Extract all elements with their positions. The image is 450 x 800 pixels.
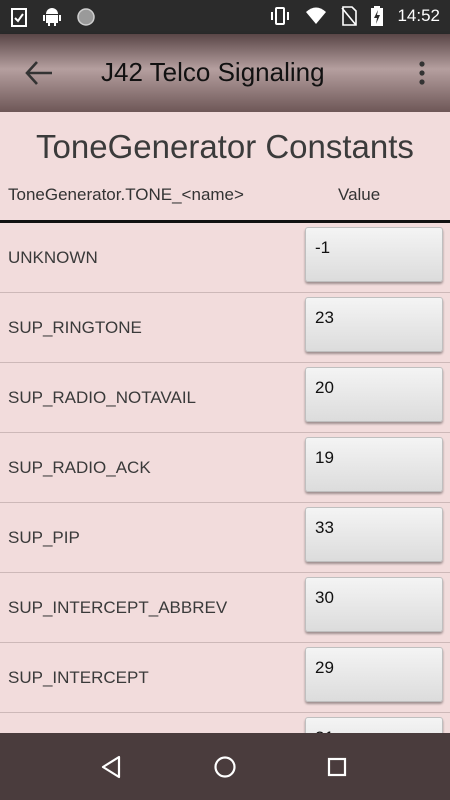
constant-name: SUP_RADIO_ACK	[8, 458, 151, 477]
list-item: SUP_INTERCEPT 29	[0, 643, 450, 713]
constant-name: SUP_RINGTONE	[8, 318, 142, 337]
constant-value-button[interactable]: 33	[305, 507, 443, 562]
constant-value-button[interactable]: -1	[305, 227, 443, 282]
android-icon	[43, 8, 61, 26]
battery-charging-icon	[371, 6, 384, 26]
column-header-value: Value	[338, 185, 381, 204]
app-bar: J42 Telco Signaling	[0, 34, 450, 112]
list-item: UNKNOWN -1	[0, 223, 450, 293]
constant-name: SUP_INTERCEPT	[8, 668, 149, 687]
constant-value-button[interactable]: 21	[305, 717, 443, 733]
home-circle-icon[interactable]	[211, 753, 239, 781]
vibrate-icon	[271, 7, 290, 25]
no-sim-icon	[341, 6, 358, 26]
constant-value-button[interactable]: 19	[305, 437, 443, 492]
recents-square-icon[interactable]	[323, 753, 351, 781]
back-triangle-icon[interactable]	[97, 753, 125, 781]
arrow-back-icon[interactable]	[24, 60, 54, 86]
navigation-bar	[0, 733, 450, 800]
page-title: ToneGenerator Constants	[36, 128, 414, 165]
list-item: SUP_RADIO_NOTAVAIL 20	[0, 363, 450, 433]
constant-value-button[interactable]: 30	[305, 577, 443, 632]
list-item: SUP_PIP 33	[0, 503, 450, 573]
list-item: SUP_RADIO_ACK 19	[0, 433, 450, 503]
constant-value-button[interactable]: 23	[305, 297, 443, 352]
list-item: SUP_RINGTONE 23	[0, 293, 450, 363]
column-header-name: ToneGenerator.TONE_<name>	[8, 185, 244, 204]
constant-name: UNKNOWN	[8, 248, 98, 267]
constant-name: SUP_RADIO_NOTAVAIL	[8, 388, 196, 407]
clipboard-check-icon	[11, 8, 27, 27]
constants-list: UNKNOWN -1 SUP_RINGTONE 23 SUP_RADIO_NOT…	[0, 223, 450, 733]
circle-icon	[77, 8, 95, 26]
list-item: SUP_INTERCEPT_ABBREV 30	[0, 573, 450, 643]
clock: 14:52	[397, 6, 440, 25]
app-title: J42 Telco Signaling	[101, 57, 325, 87]
list-item: 21	[0, 713, 450, 733]
constant-name: SUP_PIP	[8, 528, 80, 547]
wifi-icon	[306, 7, 327, 24]
status-bar: 14:52	[0, 0, 450, 34]
constant-name: SUP_INTERCEPT_ABBREV	[8, 598, 228, 617]
more-vert-icon[interactable]	[418, 60, 426, 86]
constant-value-button[interactable]: 20	[305, 367, 443, 422]
constant-value-button[interactable]: 29	[305, 647, 443, 702]
content-area[interactable]: ToneGenerator Constants ToneGenerator.TO…	[0, 112, 450, 733]
